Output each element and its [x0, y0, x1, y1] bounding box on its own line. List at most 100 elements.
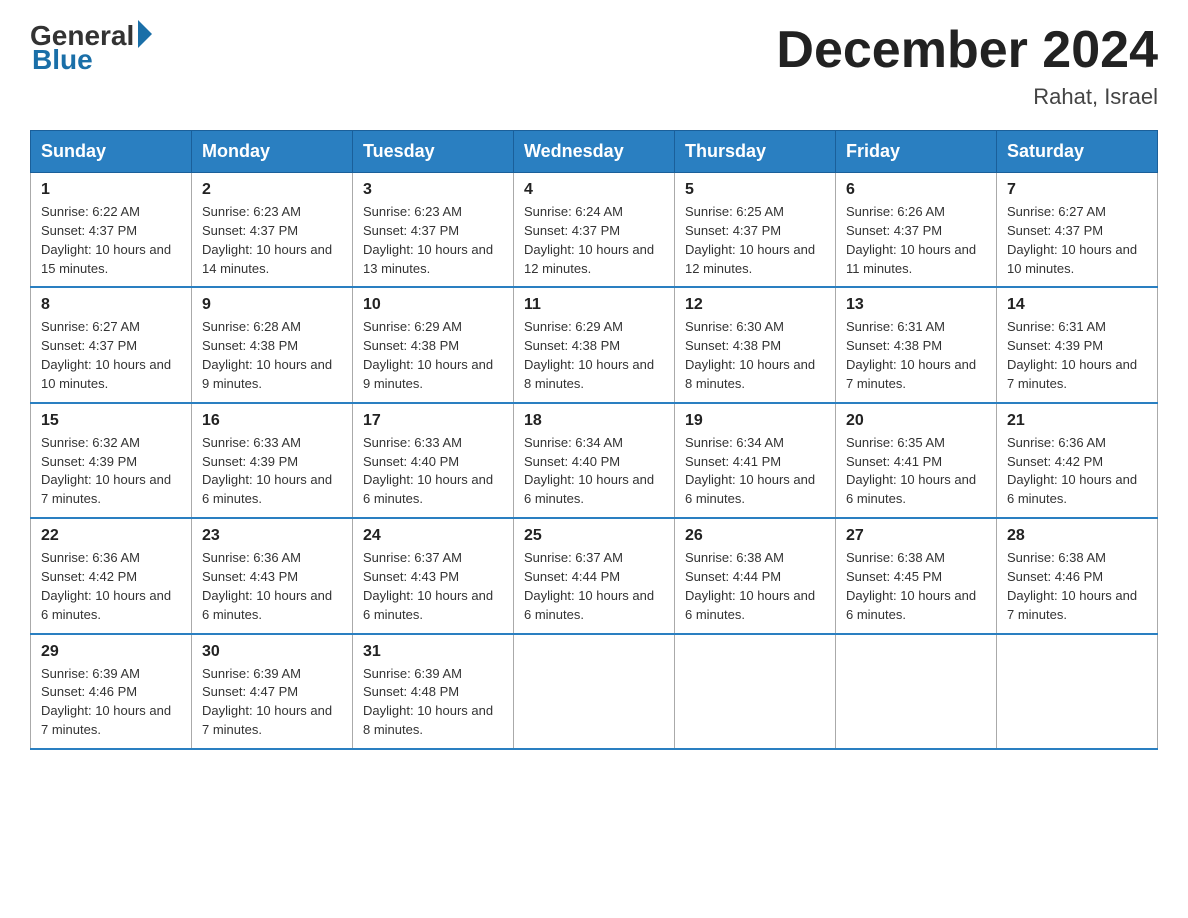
- day-info: Sunrise: 6:29 AMSunset: 4:38 PMDaylight:…: [363, 318, 503, 393]
- day-number: 11: [524, 296, 664, 314]
- calendar-table: SundayMondayTuesdayWednesdayThursdayFrid…: [30, 130, 1158, 750]
- title-section: December 2024 Rahat, Israel: [776, 20, 1158, 110]
- day-number: 27: [846, 527, 986, 545]
- day-number: 31: [363, 643, 503, 661]
- day-number: 7: [1007, 181, 1147, 199]
- day-number: 14: [1007, 296, 1147, 314]
- calendar-cell: [997, 634, 1158, 749]
- day-number: 4: [524, 181, 664, 199]
- day-number: 6: [846, 181, 986, 199]
- day-number: 21: [1007, 412, 1147, 430]
- weekday-header-sunday: Sunday: [31, 131, 192, 173]
- day-number: 23: [202, 527, 342, 545]
- day-info: Sunrise: 6:30 AMSunset: 4:38 PMDaylight:…: [685, 318, 825, 393]
- day-info: Sunrise: 6:39 AMSunset: 4:47 PMDaylight:…: [202, 665, 342, 740]
- calendar-cell: 31 Sunrise: 6:39 AMSunset: 4:48 PMDayligh…: [353, 634, 514, 749]
- calendar-cell: 25 Sunrise: 6:37 AMSunset: 4:44 PMDayligh…: [514, 518, 675, 633]
- calendar-cell: 4 Sunrise: 6:24 AMSunset: 4:37 PMDaylight…: [514, 173, 675, 288]
- day-number: 3: [363, 181, 503, 199]
- weekday-header-row: SundayMondayTuesdayWednesdayThursdayFrid…: [31, 131, 1158, 173]
- day-number: 16: [202, 412, 342, 430]
- weekday-header-tuesday: Tuesday: [353, 131, 514, 173]
- calendar-week-row: 15Sunrise: 6:32 AMSunset: 4:39 PMDayligh…: [31, 403, 1158, 518]
- calendar-week-row: 22 Sunrise: 6:36 AMSunset: 4:42 PMDayligh…: [31, 518, 1158, 633]
- day-number: 25: [524, 527, 664, 545]
- calendar-cell: 17Sunrise: 6:33 AMSunset: 4:40 PMDayligh…: [353, 403, 514, 518]
- day-info: Sunrise: 6:23 AMSunset: 4:37 PMDaylight:…: [363, 203, 503, 278]
- day-info: Sunrise: 6:25 AMSunset: 4:37 PMDaylight:…: [685, 203, 825, 278]
- calendar-cell: 28 Sunrise: 6:38 AMSunset: 4:46 PMDayligh…: [997, 518, 1158, 633]
- calendar-cell: 18Sunrise: 6:34 AMSunset: 4:40 PMDayligh…: [514, 403, 675, 518]
- day-info: Sunrise: 6:36 AMSunset: 4:43 PMDaylight:…: [202, 549, 342, 624]
- day-number: 2: [202, 181, 342, 199]
- calendar-cell: 9Sunrise: 6:28 AMSunset: 4:38 PMDaylight…: [192, 287, 353, 402]
- day-number: 10: [363, 296, 503, 314]
- calendar-cell: 21Sunrise: 6:36 AMSunset: 4:42 PMDayligh…: [997, 403, 1158, 518]
- calendar-cell: 3 Sunrise: 6:23 AMSunset: 4:37 PMDaylight…: [353, 173, 514, 288]
- calendar-cell: [514, 634, 675, 749]
- calendar-cell: 5Sunrise: 6:25 AMSunset: 4:37 PMDaylight…: [675, 173, 836, 288]
- day-info: Sunrise: 6:38 AMSunset: 4:44 PMDaylight:…: [685, 549, 825, 624]
- calendar-cell: [675, 634, 836, 749]
- calendar-cell: [836, 634, 997, 749]
- day-number: 29: [41, 643, 181, 661]
- day-info: Sunrise: 6:39 AMSunset: 4:48 PMDaylight:…: [363, 665, 503, 740]
- day-number: 30: [202, 643, 342, 661]
- calendar-cell: 22 Sunrise: 6:36 AMSunset: 4:42 PMDayligh…: [31, 518, 192, 633]
- calendar-cell: 8Sunrise: 6:27 AMSunset: 4:37 PMDaylight…: [31, 287, 192, 402]
- weekday-header-thursday: Thursday: [675, 131, 836, 173]
- day-info: Sunrise: 6:31 AMSunset: 4:39 PMDaylight:…: [1007, 318, 1147, 393]
- day-info: Sunrise: 6:38 AMSunset: 4:45 PMDaylight:…: [846, 549, 986, 624]
- day-number: 26: [685, 527, 825, 545]
- calendar-cell: 19 Sunrise: 6:34 AMSunset: 4:41 PMDayligh…: [675, 403, 836, 518]
- calendar-cell: 11 Sunrise: 6:29 AMSunset: 4:38 PMDayligh…: [514, 287, 675, 402]
- calendar-cell: 15Sunrise: 6:32 AMSunset: 4:39 PMDayligh…: [31, 403, 192, 518]
- day-info: Sunrise: 6:34 AMSunset: 4:41 PMDaylight:…: [685, 434, 825, 509]
- calendar-week-row: 29 Sunrise: 6:39 AMSunset: 4:46 PMDayligh…: [31, 634, 1158, 749]
- calendar-week-row: 8Sunrise: 6:27 AMSunset: 4:37 PMDaylight…: [31, 287, 1158, 402]
- day-info: Sunrise: 6:36 AMSunset: 4:42 PMDaylight:…: [41, 549, 181, 624]
- calendar-cell: 30 Sunrise: 6:39 AMSunset: 4:47 PMDayligh…: [192, 634, 353, 749]
- calendar-cell: 7Sunrise: 6:27 AMSunset: 4:37 PMDaylight…: [997, 173, 1158, 288]
- calendar-cell: 20 Sunrise: 6:35 AMSunset: 4:41 PMDayligh…: [836, 403, 997, 518]
- weekday-header-wednesday: Wednesday: [514, 131, 675, 173]
- calendar-cell: 6Sunrise: 6:26 AMSunset: 4:37 PMDaylight…: [836, 173, 997, 288]
- weekday-header-friday: Friday: [836, 131, 997, 173]
- month-title: December 2024: [776, 20, 1158, 80]
- calendar-cell: 10 Sunrise: 6:29 AMSunset: 4:38 PMDayligh…: [353, 287, 514, 402]
- weekday-header-monday: Monday: [192, 131, 353, 173]
- day-number: 28: [1007, 527, 1147, 545]
- calendar-cell: 24 Sunrise: 6:37 AMSunset: 4:43 PMDayligh…: [353, 518, 514, 633]
- day-number: 20: [846, 412, 986, 430]
- day-info: Sunrise: 6:37 AMSunset: 4:43 PMDaylight:…: [363, 549, 503, 624]
- day-number: 12: [685, 296, 825, 314]
- calendar-cell: 23 Sunrise: 6:36 AMSunset: 4:43 PMDayligh…: [192, 518, 353, 633]
- day-info: Sunrise: 6:29 AMSunset: 4:38 PMDaylight:…: [524, 318, 664, 393]
- day-info: Sunrise: 6:33 AMSunset: 4:40 PMDaylight:…: [363, 434, 503, 509]
- logo-arrow-icon: [138, 20, 152, 48]
- day-number: 19: [685, 412, 825, 430]
- day-info: Sunrise: 6:23 AMSunset: 4:37 PMDaylight:…: [202, 203, 342, 278]
- day-info: Sunrise: 6:37 AMSunset: 4:44 PMDaylight:…: [524, 549, 664, 624]
- day-number: 24: [363, 527, 503, 545]
- day-info: Sunrise: 6:39 AMSunset: 4:46 PMDaylight:…: [41, 665, 181, 740]
- day-info: Sunrise: 6:27 AMSunset: 4:37 PMDaylight:…: [41, 318, 181, 393]
- calendar-header: SundayMondayTuesdayWednesdayThursdayFrid…: [31, 131, 1158, 173]
- day-number: 18: [524, 412, 664, 430]
- calendar-cell: 27 Sunrise: 6:38 AMSunset: 4:45 PMDayligh…: [836, 518, 997, 633]
- logo-blue-label: Blue: [32, 44, 93, 76]
- day-info: Sunrise: 6:24 AMSunset: 4:37 PMDaylight:…: [524, 203, 664, 278]
- day-number: 1: [41, 181, 181, 199]
- logo: General Blue: [30, 20, 152, 76]
- day-info: Sunrise: 6:38 AMSunset: 4:46 PMDaylight:…: [1007, 549, 1147, 624]
- calendar-week-row: 1Sunrise: 6:22 AMSunset: 4:37 PMDaylight…: [31, 173, 1158, 288]
- calendar-cell: 12 Sunrise: 6:30 AMSunset: 4:38 PMDayligh…: [675, 287, 836, 402]
- day-info: Sunrise: 6:28 AMSunset: 4:38 PMDaylight:…: [202, 318, 342, 393]
- location-label: Rahat, Israel: [776, 84, 1158, 110]
- day-number: 22: [41, 527, 181, 545]
- day-info: Sunrise: 6:31 AMSunset: 4:38 PMDaylight:…: [846, 318, 986, 393]
- page-header: General Blue December 2024 Rahat, Israel: [30, 20, 1158, 110]
- calendar-cell: 26 Sunrise: 6:38 AMSunset: 4:44 PMDayligh…: [675, 518, 836, 633]
- day-info: Sunrise: 6:33 AMSunset: 4:39 PMDaylight:…: [202, 434, 342, 509]
- day-info: Sunrise: 6:35 AMSunset: 4:41 PMDaylight:…: [846, 434, 986, 509]
